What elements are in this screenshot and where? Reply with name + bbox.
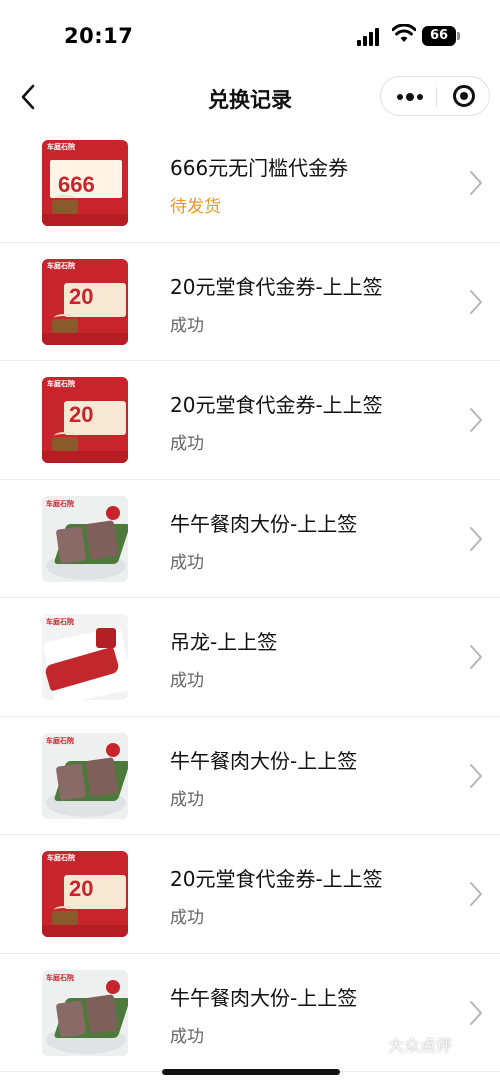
signal-icon — [357, 28, 383, 46]
chevron-right-icon — [470, 289, 482, 314]
chevron-right-icon — [470, 526, 482, 551]
record-name: 20元堂食代金券-上上签 — [170, 867, 383, 891]
chevron-right-icon — [470, 882, 482, 906]
thumb-value: 20 — [69, 876, 94, 901]
status-time: 20:17 — [64, 24, 134, 48]
record-name: 牛午餐肉大份-上上签 — [170, 511, 358, 536]
more-dots-icon[interactable] — [381, 77, 436, 115]
status-badge: 成功 — [170, 908, 204, 928]
record-name: 666元无门槛代金券 — [170, 156, 349, 180]
status-badge: 成功 — [170, 434, 204, 454]
mini-program-capsule — [380, 76, 490, 116]
food-thumbnail: 车庭石院 — [42, 614, 128, 700]
list-item[interactable]: 车庭石院吊龙-上上签成功 — [0, 598, 500, 717]
chevron-right-icon — [470, 171, 482, 195]
list-item[interactable]: 车庭石院 20 20元堂食代金券-上上签成功 — [0, 835, 500, 954]
status-badge: 成功 — [170, 552, 204, 573]
thumb-value: 20 — [69, 402, 94, 427]
home-indicator — [162, 1069, 340, 1075]
status-badge: 待发货 — [170, 197, 221, 217]
thumb-brand: 车庭石院 — [47, 261, 75, 270]
thumb-brand: 车庭石院 — [47, 143, 75, 151]
status-bar: 20:17 66 — [0, 0, 500, 64]
nav-bar: 兑换记录 — [0, 64, 500, 130]
record-name: 吊龙-上上签 — [170, 630, 278, 654]
thumb-brand: 车庭石院 — [47, 380, 75, 388]
record-name: 20元堂食代金券-上上签 — [170, 274, 383, 299]
watermark: 大众点评 — [388, 1036, 453, 1055]
list-item[interactable]: 车庭石院 20 20元堂食代金券-上上签成功 — [0, 361, 500, 480]
wifi-icon — [392, 24, 416, 42]
record-list: 车庭石院 666 666元无门槛代金券 待发货 车庭石院 20 20元堂食代金券-上上签 成功… — [0, 124, 500, 1072]
battery-icon: 66 — [422, 26, 456, 46]
thumb-brand: 车庭石院 — [46, 973, 74, 982]
chevron-right-icon — [470, 763, 482, 788]
voucher-thumbnail: 车庭石院 666 — [42, 140, 128, 226]
food-thumbnail: 车庭石院 — [42, 969, 128, 1056]
record-name: 牛午餐肉大份-上上签 — [170, 985, 358, 1010]
chevron-right-icon — [470, 1000, 482, 1025]
chevron-right-icon — [470, 408, 482, 432]
voucher-thumbnail: 车庭石院 20 — [42, 377, 128, 463]
food-thumbnail: 车庭石院 — [42, 732, 128, 819]
thumb-value: 20 — [69, 283, 94, 309]
list-item[interactable]: 车庭石院牛午餐肉大份-上上签成功 — [0, 717, 500, 835]
list-item[interactable]: 车庭石院 666 666元无门槛代金券待发货 — [0, 124, 500, 243]
battery-tip — [457, 32, 460, 40]
voucher-thumbnail: 车庭石院 20 — [42, 851, 128, 937]
list-item[interactable]: 车庭石院 20 20元堂食代金券-上上签成功 — [0, 243, 500, 361]
status-badge: 成功 — [170, 1026, 204, 1047]
thumb-brand: 车庭石院 — [46, 736, 74, 745]
target-circle-icon[interactable] — [437, 77, 491, 115]
food-thumbnail: 车庭石院 — [42, 495, 128, 582]
thumb-brand: 车庭石院 — [46, 618, 74, 626]
thumb-brand: 车庭石院 — [46, 499, 74, 508]
voucher-thumbnail: 车庭石院 20 — [42, 258, 128, 345]
list-item[interactable]: 车庭石院牛午餐肉大份-上上签成功 — [0, 480, 500, 598]
thumb-brand: 车庭石院 — [47, 854, 75, 862]
status-badge: 成功 — [170, 671, 204, 691]
record-name: 20元堂食代金券-上上签 — [170, 393, 383, 417]
status-badge: 成功 — [170, 789, 204, 810]
chevron-right-icon — [470, 645, 482, 669]
status-badge: 成功 — [170, 315, 204, 336]
record-name: 牛午餐肉大份-上上签 — [170, 748, 358, 773]
